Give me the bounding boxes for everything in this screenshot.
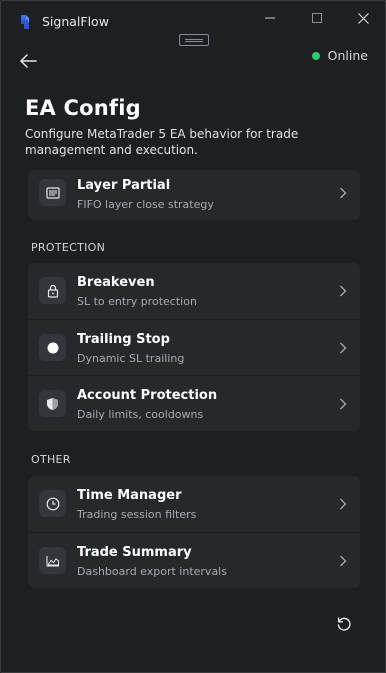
status-dot xyxy=(311,51,320,60)
close-icon xyxy=(357,12,369,24)
section-label-protection: PROTECTION xyxy=(31,241,106,254)
row-title: Trailing Stop xyxy=(77,332,170,347)
reset-button[interactable] xyxy=(334,614,354,634)
chart-area-icon xyxy=(39,547,66,574)
circle-icon xyxy=(39,334,66,361)
trade-summary-row[interactable]: Trade Summary Dashboard export intervals xyxy=(28,532,360,588)
chevron-right-icon xyxy=(340,498,347,510)
row-subtitle: Dynamic SL trailing xyxy=(77,352,185,365)
minimize-button[interactable] xyxy=(255,7,285,29)
row-title: Account Protection xyxy=(77,388,218,403)
layers-icon xyxy=(39,179,66,206)
back-button[interactable] xyxy=(17,51,39,71)
settings-card-protection: Breakeven SL to entry protection Trailin… xyxy=(28,263,360,431)
row-subtitle: SL to entry protection xyxy=(77,295,197,308)
page-title: EA Config xyxy=(25,96,141,120)
row-subtitle: Trading session filters xyxy=(77,508,197,521)
maximize-button[interactable] xyxy=(302,7,332,29)
maximize-icon xyxy=(312,13,322,23)
settings-card-top: Layer Partial FIFO layer close strategy xyxy=(28,170,360,220)
row-subtitle: Daily limits, cooldowns xyxy=(77,408,204,421)
chevron-right-icon xyxy=(340,187,347,199)
chevron-right-icon xyxy=(340,398,347,410)
time-manager-row[interactable]: Time Manager Trading session filters xyxy=(28,476,360,532)
row-title: Layer Partial xyxy=(77,178,171,193)
close-button[interactable] xyxy=(348,7,378,29)
status-label: Online xyxy=(327,48,368,63)
layer-partial-row[interactable]: Layer Partial FIFO layer close strategy xyxy=(28,170,360,220)
signalflow-logo-icon xyxy=(21,15,29,29)
connection-status: Online xyxy=(311,48,368,63)
row-title: Breakeven xyxy=(77,275,155,290)
settings-card-other: Time Manager Trading session filters Tra… xyxy=(28,476,360,588)
app-title: SignalFlow xyxy=(42,14,109,29)
row-subtitle: FIFO layer close strategy xyxy=(77,198,214,211)
drag-handle[interactable] xyxy=(179,34,209,46)
chevron-right-icon xyxy=(340,555,347,567)
chevron-right-icon xyxy=(340,342,347,354)
clock-icon xyxy=(39,490,66,517)
page-description: Configure MetaTrader 5 EA behavior for t… xyxy=(25,127,299,157)
trailing-stop-row[interactable]: Trailing Stop Dynamic SL trailing xyxy=(28,319,360,375)
minimize-icon xyxy=(265,17,275,19)
shield-icon xyxy=(39,390,66,417)
title-bar[interactable]: SignalFlow xyxy=(1,1,385,37)
row-title: Time Manager xyxy=(77,488,182,503)
app-window: SignalFlow Online EA Config Configure Me… xyxy=(0,0,386,673)
row-subtitle: Dashboard export intervals xyxy=(77,565,227,578)
lock-icon xyxy=(39,277,66,304)
chevron-right-icon xyxy=(340,285,347,297)
account-protection-row[interactable]: Account Protection Daily limits, cooldow… xyxy=(28,375,360,431)
arrow-left-icon xyxy=(19,54,37,68)
breakeven-row[interactable]: Breakeven SL to entry protection xyxy=(28,263,360,319)
row-title: Trade Summary xyxy=(77,545,192,560)
reset-icon xyxy=(337,617,351,631)
section-label-other: OTHER xyxy=(31,453,71,466)
